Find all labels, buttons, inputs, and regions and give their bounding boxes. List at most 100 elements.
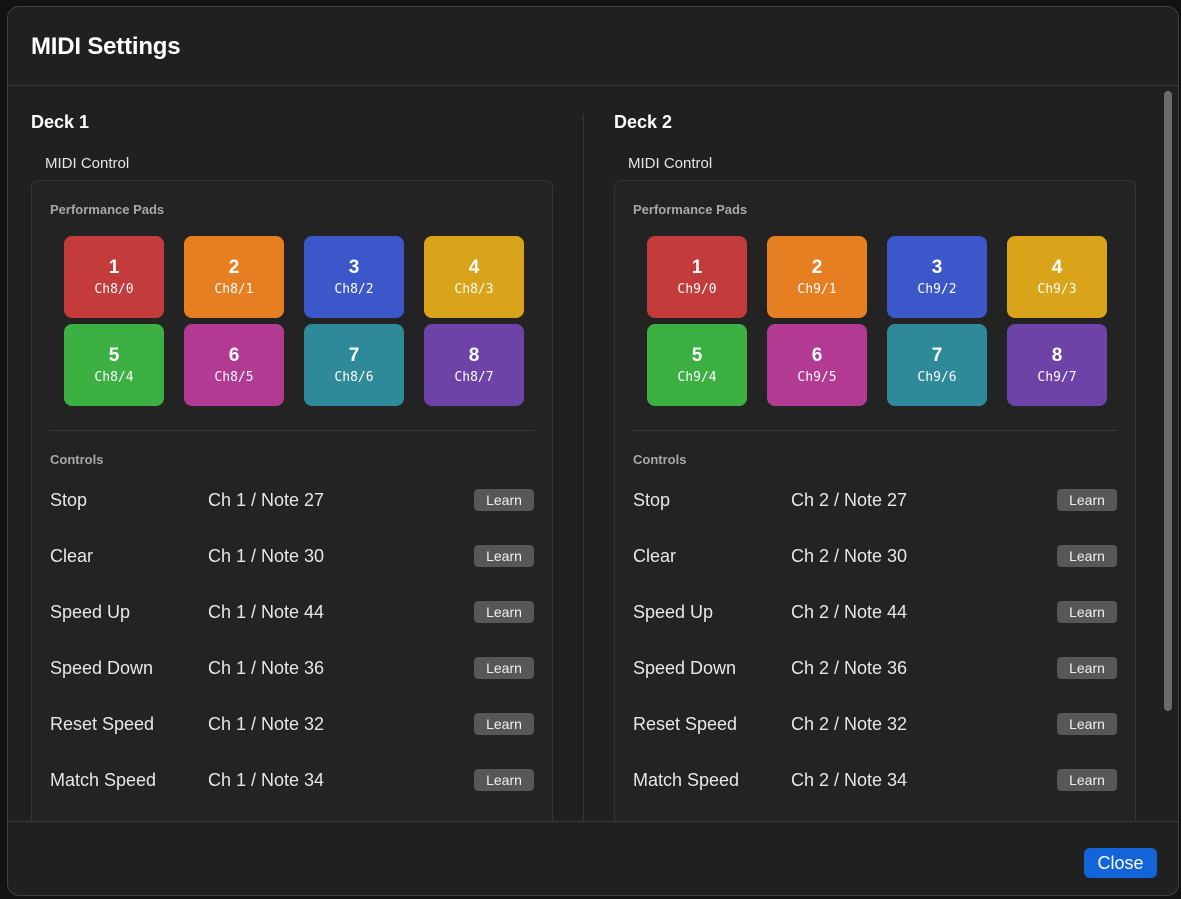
dialog-content[interactable]: Deck 1 MIDI Control Performance Pads 1 Ch8/0… <box>8 86 1178 821</box>
control-mapping: Ch 2 / Note 30 <box>791 546 908 566</box>
learn-button[interactable]: Learn <box>474 601 534 623</box>
pad-number: 6 <box>228 345 240 366</box>
vertical-scrollbar[interactable] <box>1161 87 1175 820</box>
learn-button[interactable]: Learn <box>474 657 534 679</box>
learn-button[interactable]: Learn <box>1057 545 1117 567</box>
scrollbar-thumb[interactable] <box>1164 91 1172 711</box>
pad-mapping: Ch9/6 <box>917 370 957 385</box>
pad-4[interactable]: 4 Ch8/3 <box>424 236 524 318</box>
controls-label: Controls <box>633 452 687 467</box>
control-mapping: Ch 2 / Note 34 <box>791 770 908 790</box>
performance-pads-grid: 1 Ch9/0 2 Ch9/1 3 Ch9/2 4 Ch9/3 5 Ch9/4 6 Ch9/5 7 Ch9… <box>647 236 1107 406</box>
learn-button[interactable]: Learn <box>474 769 534 791</box>
control-row-stop: Stop Ch 2 / Note 27 Learn <box>633 485 1117 515</box>
pad-mapping: Ch8/3 <box>454 282 494 297</box>
pad-number: 8 <box>1051 345 1063 366</box>
pad-5[interactable]: 5 Ch8/4 <box>64 324 164 406</box>
pad-8[interactable]: 8 Ch9/7 <box>1007 324 1107 406</box>
midi-control-label: MIDI Control <box>628 155 713 172</box>
pad-mapping: Ch8/6 <box>334 370 374 385</box>
pad-number: 3 <box>348 257 360 278</box>
pad-3[interactable]: 3 Ch8/2 <box>304 236 404 318</box>
pad-mapping: Ch9/0 <box>677 282 717 297</box>
section-divider <box>633 430 1117 431</box>
pad-mapping: Ch9/1 <box>797 282 837 297</box>
control-name: Clear <box>633 546 677 566</box>
pad-number: 3 <box>931 257 943 278</box>
pad-mapping: Ch8/7 <box>454 370 494 385</box>
deck-title: Deck 2 <box>614 112 673 132</box>
pad-number: 4 <box>1051 257 1063 278</box>
pad-2[interactable]: 2 Ch9/1 <box>767 236 867 318</box>
pad-number: 5 <box>108 345 120 366</box>
pad-4[interactable]: 4 Ch9/3 <box>1007 236 1107 318</box>
midi-settings-dialog: MIDI Settings Deck 1 MIDI Control Performa… <box>7 6 1179 896</box>
learn-button[interactable]: Learn <box>1057 601 1117 623</box>
pad-7[interactable]: 7 Ch8/6 <box>304 324 404 406</box>
learn-button[interactable]: Learn <box>1057 713 1117 735</box>
pad-1[interactable]: 1 Ch8/0 <box>64 236 164 318</box>
midi-control-label: MIDI Control <box>45 155 130 172</box>
pad-number: 1 <box>108 257 120 278</box>
pad-3[interactable]: 3 Ch9/2 <box>887 236 987 318</box>
control-mapping: Ch 1 / Note 27 <box>208 490 325 510</box>
pad-number: 5 <box>691 345 703 366</box>
close-button[interactable]: Close <box>1084 848 1157 878</box>
midi-control-panel: Performance Pads 1 Ch9/0 2 Ch9/1 3 Ch9/2 4 Ch9/3… <box>614 180 1136 821</box>
control-mapping: Ch 2 / Note 36 <box>791 658 908 678</box>
learn-button[interactable]: Learn <box>1057 657 1117 679</box>
pad-mapping: Ch9/2 <box>917 282 957 297</box>
control-name: Stop <box>50 490 88 510</box>
learn-button[interactable]: Learn <box>1057 489 1117 511</box>
control-name: Reset Speed <box>633 714 738 734</box>
pad-mapping: Ch9/7 <box>1037 370 1077 385</box>
control-row-speed-up: Speed Up Ch 2 / Note 44 Learn <box>633 597 1117 627</box>
control-row-speed-up: Speed Up Ch 1 / Note 44 Learn <box>50 597 534 627</box>
learn-button[interactable]: Learn <box>474 545 534 567</box>
pad-number: 7 <box>348 345 360 366</box>
control-name: Speed Up <box>50 602 131 622</box>
pad-mapping: Ch9/4 <box>677 370 717 385</box>
deck-title: Deck 1 <box>31 112 90 132</box>
dialog-title: MIDI Settings <box>31 33 181 60</box>
pad-mapping: Ch8/2 <box>334 282 374 297</box>
control-name: Reset Speed <box>50 714 155 734</box>
pad-6[interactable]: 6 Ch8/5 <box>184 324 284 406</box>
control-row-clear: Clear Ch 2 / Note 30 Learn <box>633 541 1117 571</box>
pad-7[interactable]: 7 Ch9/6 <box>887 324 987 406</box>
control-row-match-speed: Match Speed Ch 1 / Note 34 Learn <box>50 765 534 795</box>
pad-mapping: Ch8/1 <box>214 282 254 297</box>
control-mapping: Ch 2 / Note 44 <box>791 602 908 622</box>
control-name: Speed Down <box>50 658 154 678</box>
performance-pads-grid: 1 Ch8/0 2 Ch8/1 3 Ch8/2 4 Ch8/3 5 Ch8/4 6 Ch8/5 7 Ch8… <box>64 236 524 406</box>
pad-2[interactable]: 2 Ch8/1 <box>184 236 284 318</box>
control-row-stop: Stop Ch 1 / Note 27 Learn <box>50 485 534 515</box>
control-row-clear: Clear Ch 1 / Note 30 Learn <box>50 541 534 571</box>
pad-1[interactable]: 1 Ch9/0 <box>647 236 747 318</box>
control-mapping: Ch 1 / Note 30 <box>208 546 325 566</box>
pad-8[interactable]: 8 Ch8/7 <box>424 324 524 406</box>
control-name: Speed Down <box>633 658 737 678</box>
control-name: Speed Up <box>633 602 714 622</box>
learn-button[interactable]: Learn <box>474 489 534 511</box>
pad-6[interactable]: 6 Ch9/5 <box>767 324 867 406</box>
pad-number: 7 <box>931 345 943 366</box>
learn-button[interactable]: Learn <box>1057 769 1117 791</box>
control-mapping: Ch 2 / Note 32 <box>791 714 908 734</box>
control-mapping: Ch 1 / Note 32 <box>208 714 325 734</box>
deck-separator <box>583 114 584 821</box>
control-row-reset-speed: Reset Speed Ch 1 / Note 32 Learn <box>50 709 534 739</box>
control-row-speed-down: Speed Down Ch 2 / Note 36 Learn <box>633 653 1117 683</box>
control-name: Match Speed <box>633 770 740 790</box>
control-row-reset-speed: Reset Speed Ch 2 / Note 32 Learn <box>633 709 1117 739</box>
pad-number: 6 <box>811 345 823 366</box>
pad-5[interactable]: 5 Ch9/4 <box>647 324 747 406</box>
learn-button[interactable]: Learn <box>474 713 534 735</box>
deck-1-column: Deck 1 MIDI Control Performance Pads 1 Ch8/0… <box>8 86 553 821</box>
pad-mapping: Ch8/4 <box>94 370 134 385</box>
control-name: Match Speed <box>50 770 157 790</box>
pad-mapping: Ch9/3 <box>1037 282 1077 297</box>
performance-pads-label: Performance Pads <box>633 202 748 217</box>
control-mapping: Ch 1 / Note 34 <box>208 770 325 790</box>
pad-number: 1 <box>691 257 703 278</box>
